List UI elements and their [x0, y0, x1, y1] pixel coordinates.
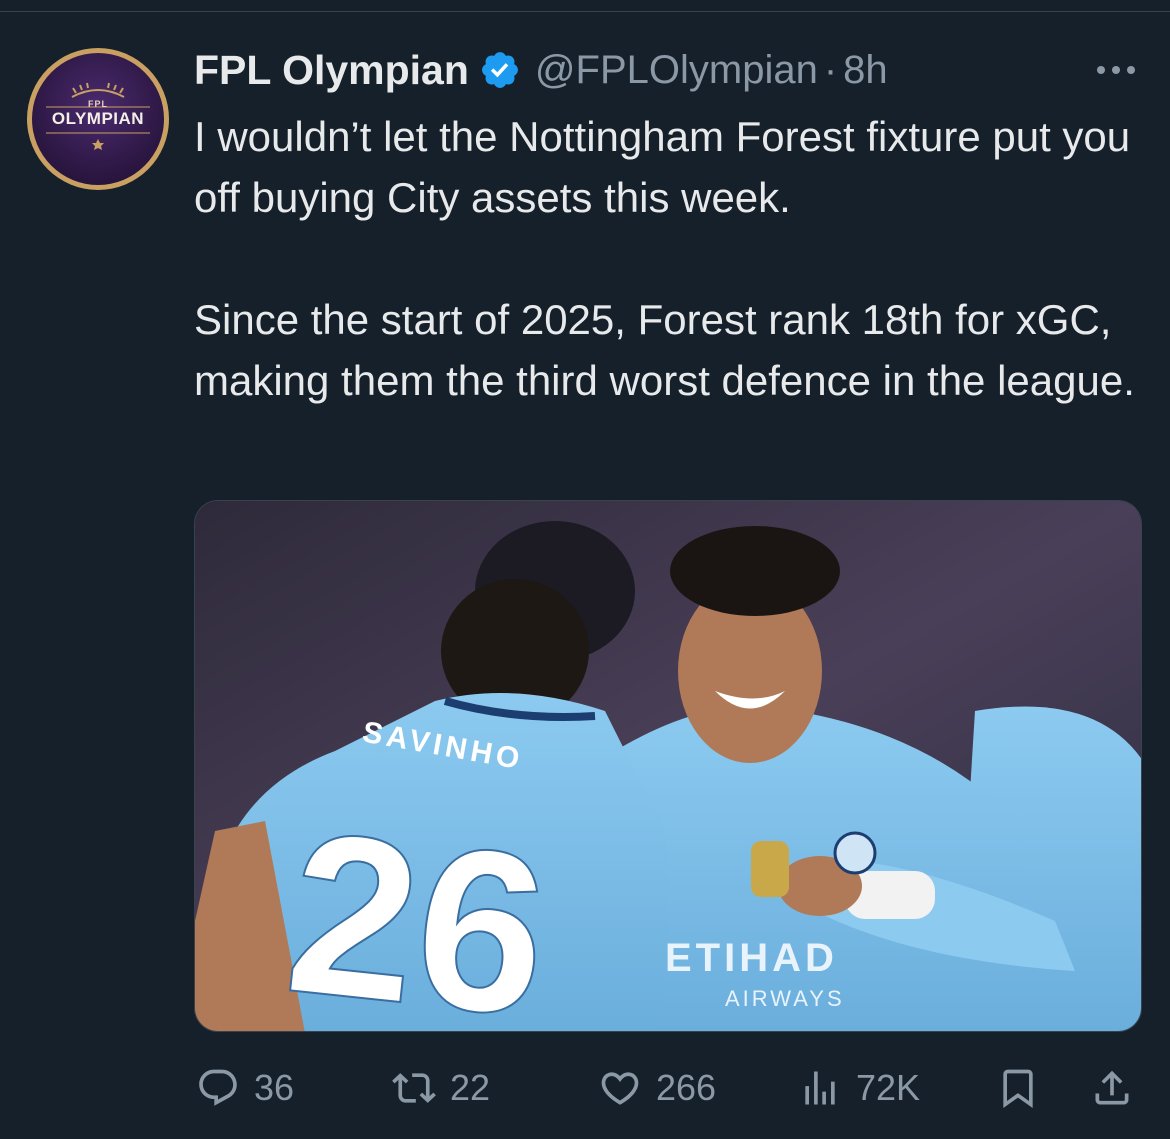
tweet-paragraph-1: I wouldn’t let the Nottingham Forest fix…	[194, 113, 1131, 221]
separator-dot: ·	[823, 47, 838, 92]
bookmark-icon	[1003, 1069, 1033, 1109]
tweet-header: FPL Olympian @FPLOlympian · 8h	[194, 44, 888, 96]
more-icon[interactable]	[1094, 58, 1138, 82]
reply-button[interactable]: 36	[196, 1058, 294, 1118]
avatar-text: OLYMPIAN	[51, 109, 145, 128]
timestamp[interactable]: 8h	[843, 48, 888, 93]
views-icon	[805, 1071, 835, 1105]
views-button[interactable]: 72K	[798, 1058, 920, 1118]
like-count: 266	[656, 1067, 717, 1108]
display-name[interactable]: FPL Olympian	[194, 47, 469, 94]
views-count: 72K	[856, 1067, 921, 1108]
retweet-icon	[392, 1073, 436, 1103]
verified-badge-icon	[481, 52, 518, 88]
top-divider	[0, 0, 1170, 12]
city-crest	[833, 831, 877, 875]
handle[interactable]: @FPLOlympian	[535, 48, 818, 93]
retweet-button[interactable]: 22	[392, 1058, 490, 1118]
champions-badge	[751, 841, 789, 897]
reply-count: 36	[254, 1067, 295, 1108]
heart-icon	[601, 1072, 639, 1105]
share-button[interactable]	[1090, 1058, 1134, 1118]
avatar-small-text: FPL	[88, 99, 108, 109]
retweet-count: 22	[450, 1067, 491, 1108]
share-icon	[1095, 1070, 1129, 1105]
tweet-text: I wouldn’t let the Nottingham Forest fix…	[194, 106, 1144, 411]
bookmark-button[interactable]	[996, 1058, 1040, 1118]
like-button[interactable]: 266	[598, 1058, 716, 1118]
tweet-media-image[interactable]: ETIHAD AIRWAYS SAVINHO 26	[194, 500, 1142, 1032]
tweet-paragraph-2: Since the start of 2025, Forest rank 18t…	[194, 296, 1135, 404]
jersey-number: 26	[277, 783, 558, 1032]
sponsor-text: ETIHAD	[665, 936, 838, 980]
tweet-actions: 36 22 266 72K	[0, 1058, 1170, 1118]
avatar-logo: FPL OLYMPIAN	[32, 53, 164, 185]
reply-icon	[199, 1069, 237, 1106]
avatar[interactable]: FPL OLYMPIAN	[27, 48, 169, 190]
sponsor-sub-text: AIRWAYS	[725, 986, 845, 1011]
